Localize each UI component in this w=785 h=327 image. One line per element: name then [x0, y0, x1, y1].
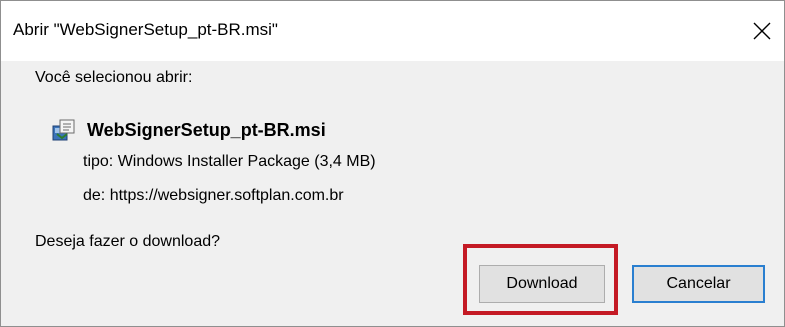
- cancel-button[interactable]: Cancelar: [632, 265, 765, 303]
- dialog-title: Abrir "WebSignerSetup_pt-BR.msi": [13, 20, 278, 39]
- file-type-value: Windows Installer Package (3,4 MB): [117, 153, 376, 170]
- close-icon: [753, 22, 771, 40]
- title-bar: Abrir "WebSignerSetup_pt-BR.msi": [1, 1, 784, 61]
- file-source-value: https://websigner.softplan.com.br: [109, 187, 344, 204]
- download-question: Deseja fazer o download?: [35, 233, 221, 250]
- close-button[interactable]: [742, 11, 782, 51]
- file-row: WebSignerSetup_pt-BR.msi: [51, 117, 326, 143]
- download-button[interactable]: Download: [479, 265, 605, 303]
- download-dialog: Abrir "WebSignerSetup_pt-BR.msi" Você se…: [0, 0, 785, 327]
- file-source-row: de: https://websigner.softplan.com.br: [83, 187, 344, 205]
- file-type-label: tipo:: [83, 153, 114, 170]
- file-name: WebSignerSetup_pt-BR.msi: [87, 119, 326, 140]
- intro-text: Você selecionou abrir:: [35, 69, 193, 86]
- file-type-row: tipo: Windows Installer Package (3,4 MB): [83, 153, 376, 171]
- msi-installer-icon: [52, 119, 75, 141]
- file-source-label: de:: [83, 187, 106, 204]
